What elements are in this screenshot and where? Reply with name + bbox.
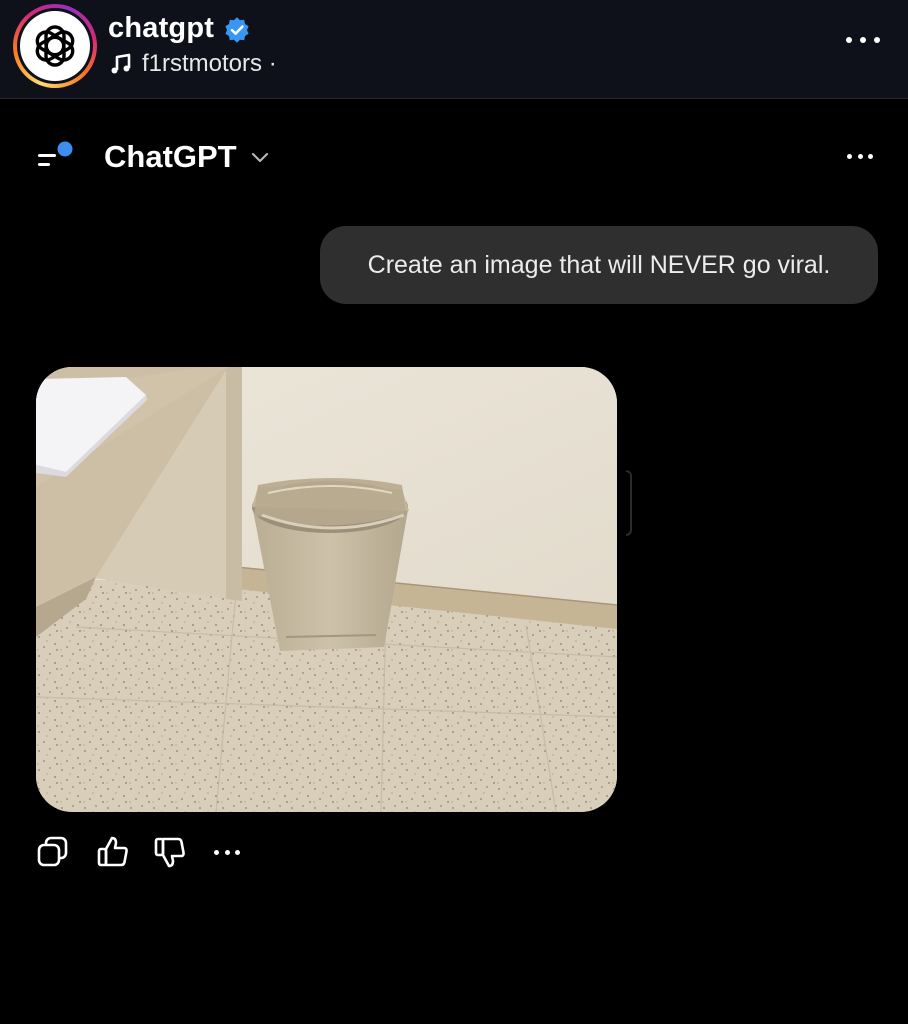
music-label[interactable]: f1rstmotors ·	[142, 50, 277, 78]
thumbs-up-icon[interactable]	[96, 834, 130, 870]
account-name[interactable]: chatgpt	[108, 12, 214, 45]
verified-badge-icon	[225, 17, 249, 43]
avatar[interactable]	[13, 4, 97, 88]
message-actions	[36, 834, 256, 870]
thumbs-down-icon[interactable]	[153, 834, 187, 870]
sidebar-menu-icon[interactable]	[36, 140, 76, 174]
post-more-button[interactable]	[846, 30, 880, 50]
post-header: chatgpt f1rstmotors ·	[0, 0, 908, 99]
image-scroll-handle[interactable]	[626, 470, 632, 536]
chevron-down-icon[interactable]	[250, 152, 270, 164]
message-more-button[interactable]	[214, 848, 240, 856]
openai-logo-icon	[20, 11, 90, 81]
app-title[interactable]: ChatGPT	[104, 139, 237, 175]
app-more-button[interactable]	[847, 152, 873, 160]
copy-icon[interactable]	[36, 834, 70, 870]
user-message-bubble: Create an image that will NEVER go viral…	[320, 226, 878, 304]
music-note-icon	[111, 53, 131, 74]
generated-image[interactable]	[36, 367, 617, 812]
